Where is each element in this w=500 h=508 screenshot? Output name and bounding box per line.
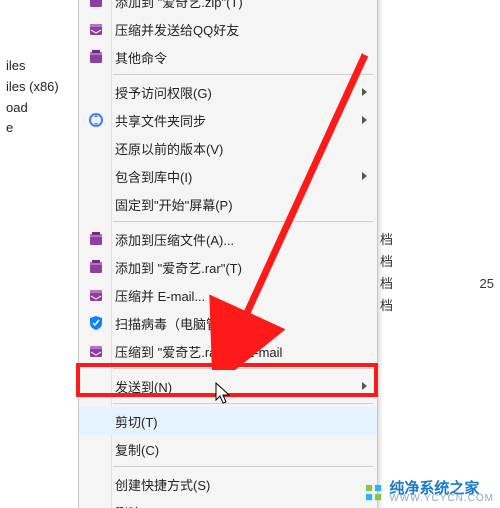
filetype-cell: 档	[380, 298, 393, 313]
filesize-cell: 25	[480, 274, 494, 295]
filetype-cell: 档	[380, 254, 393, 269]
rar-mail-icon	[87, 286, 105, 304]
tree-item[interactable]: e	[6, 118, 70, 139]
blank-icon	[87, 139, 105, 157]
menu-item[interactable]: 添加到压缩文件(A)...	[79, 225, 377, 253]
blank-icon	[87, 83, 105, 101]
menu-item-label: 删除(D)	[115, 503, 159, 508]
submenu-arrow-icon	[362, 53, 367, 61]
watermark-logo-icon	[365, 484, 383, 502]
menu-item[interactable]: 压缩并 E-mail...	[79, 281, 377, 309]
filetype-cell: 档	[380, 232, 393, 247]
blank-icon	[87, 475, 105, 493]
menu-item[interactable]: 授予访问权限(G)	[79, 78, 377, 106]
menu-separator	[113, 403, 373, 404]
blank-icon	[87, 412, 105, 430]
rar-add-icon	[87, 258, 105, 276]
menu-item[interactable]: 添加到 "爱奇艺.rar"(T)	[79, 253, 377, 281]
menu-separator	[113, 466, 373, 467]
submenu-arrow-icon	[362, 116, 367, 124]
menu-separator	[113, 221, 373, 222]
menu-item[interactable]: 其他命令	[79, 43, 377, 71]
watermark: 纯净系统之家 WWW.YCYCN.COM	[365, 481, 494, 504]
submenu-arrow-icon	[362, 88, 367, 96]
blank-icon	[87, 440, 105, 458]
menu-item[interactable]: 添加到 "爱奇艺.zip"(T)	[79, 0, 377, 15]
menu-item-label: 发送到(N)	[115, 377, 172, 396]
menu-item-label: 压缩并 E-mail...	[115, 286, 205, 305]
rar-icon	[87, 48, 105, 66]
rar-add-icon	[87, 0, 105, 10]
menu-item[interactable]: 固定到"开始"屏幕(P)	[79, 190, 377, 218]
tree-item[interactable]: oad	[6, 98, 70, 119]
menu-separator	[113, 74, 373, 75]
blank-icon	[87, 167, 105, 185]
menu-item-label: 复制(C)	[115, 440, 159, 459]
menu-item[interactable]: 还原以前的版本(V)	[79, 134, 377, 162]
file-list-right-fragment: 档 档 档 25 档	[380, 230, 500, 318]
rar-add-icon	[87, 230, 105, 248]
submenu-arrow-icon	[362, 382, 367, 390]
menu-item[interactable]: 剪切(T)	[79, 407, 377, 435]
menu-item-label: 其他命令	[115, 48, 167, 67]
menu-item-label: 压缩到 "爱奇艺.rar" 并 E-mail	[115, 342, 282, 361]
folder-tree-fragment: iles iles (x86) oad e	[0, 56, 70, 139]
menu-item-label: 共享文件夹同步	[115, 111, 206, 130]
blank-icon	[87, 195, 105, 213]
blank-icon	[87, 503, 105, 508]
filetype-cell: 档	[380, 276, 393, 291]
menu-item[interactable]: 扫描病毒（电脑管家）	[79, 309, 377, 337]
rar-mail-icon	[87, 20, 105, 38]
submenu-arrow-icon	[362, 172, 367, 180]
menu-item-label: 创建快捷方式(S)	[115, 475, 210, 494]
menu-item-label: 还原以前的版本(V)	[115, 139, 223, 158]
menu-item-label: 添加到 "爱奇艺.rar"(T)	[115, 258, 242, 277]
menu-item-label: 添加到 "爱奇艺.zip"(T)	[115, 0, 243, 11]
menu-item-label: 扫描病毒（电脑管家）	[115, 314, 245, 333]
menu-item[interactable]: 共享文件夹同步	[79, 106, 377, 134]
tree-item[interactable]: iles	[6, 56, 70, 77]
menu-item-label: 压缩并发送给QQ好友	[115, 20, 239, 39]
watermark-url: WWW.YCYCN.COM	[389, 494, 494, 504]
menu-item[interactable]: 创建快捷方式(S)	[79, 470, 377, 498]
tree-item[interactable]: iles (x86)	[6, 77, 70, 98]
context-menu: 添加到 "爱奇艺.zip"(T) 压缩并发送给QQ好友其他命令授予访问权限(G) 共…	[78, 0, 378, 508]
menu-separator	[113, 368, 373, 369]
menu-item[interactable]: 压缩到 "爱奇艺.rar" 并 E-mail	[79, 337, 377, 365]
rar-mail-icon	[87, 342, 105, 360]
menu-item[interactable]: 删除(D)	[79, 498, 377, 508]
menu-item-label: 添加到压缩文件(A)...	[115, 230, 234, 249]
menu-item[interactable]: 包含到库中(I)	[79, 162, 377, 190]
menu-item[interactable]: 压缩并发送给QQ好友	[79, 15, 377, 43]
menu-item[interactable]: 发送到(N)	[79, 372, 377, 400]
sync-icon	[87, 111, 105, 129]
menu-item-label: 剪切(T)	[115, 412, 158, 431]
menu-item-label: 包含到库中(I)	[115, 167, 192, 186]
shield-icon	[87, 314, 105, 332]
menu-item-label: 授予访问权限(G)	[115, 83, 212, 102]
menu-item[interactable]: 复制(C)	[79, 435, 377, 463]
blank-icon	[87, 377, 105, 395]
menu-item-label: 固定到"开始"屏幕(P)	[115, 195, 233, 214]
